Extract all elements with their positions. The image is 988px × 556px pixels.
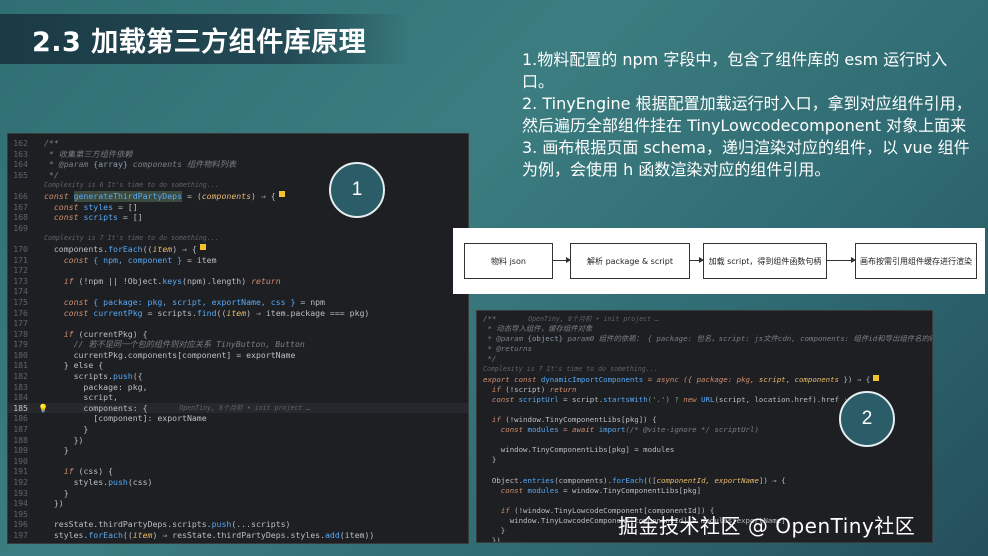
- step-badge-1: 1: [329, 162, 385, 218]
- arrow-icon: [827, 257, 856, 263]
- code-editor-generate-deps: 162/** 163 * 收集第三方组件依赖 164 * @param {arr…: [7, 133, 469, 544]
- description: 1.物料配置的 npm 字段中，包含了组件库的 esm 运行时入口。 2. Ti…: [522, 49, 972, 181]
- flow-step-load-script: 加载 script，得到组件函数句柄: [703, 243, 827, 279]
- warning-marker-icon: [199, 243, 206, 250]
- arrow-icon: [690, 257, 704, 263]
- flow-step-canvas-render: 画布按需引用组件缓存进行渲染: [855, 243, 977, 279]
- arrow-icon: [553, 257, 571, 263]
- description-item-2: 2. TinyEngine 根据配置加载运行时入口，拿到对应组件引用，然后遍历全…: [522, 94, 972, 135]
- active-code-line[interactable]: 185 💡 components: { OpenTiny, 8个月前 • init…: [8, 402, 468, 414]
- watermark: 掘金技术社区 @ OpenTiny社区: [618, 514, 916, 538]
- step-badge-2: 2: [839, 391, 895, 447]
- warning-marker-icon: [873, 374, 880, 381]
- flow-step-parse-package: 解析 package & script: [570, 243, 690, 279]
- flow-diagram: 物料 json 解析 package & script 加载 script，得到…: [453, 228, 985, 294]
- description-item-3: 3. 画布根据页面 schema，递归渲染对应的组件，以 vue 组件为例，会使…: [522, 138, 970, 179]
- flow-step-material-json: 物料 json: [464, 243, 553, 279]
- warning-marker-icon: [278, 190, 285, 197]
- description-item-1: 1.物料配置的 npm 字段中，包含了组件库的 esm 运行时入口。: [522, 50, 948, 91]
- page-title: 2.3 加载第三方组件库原理: [32, 27, 367, 58]
